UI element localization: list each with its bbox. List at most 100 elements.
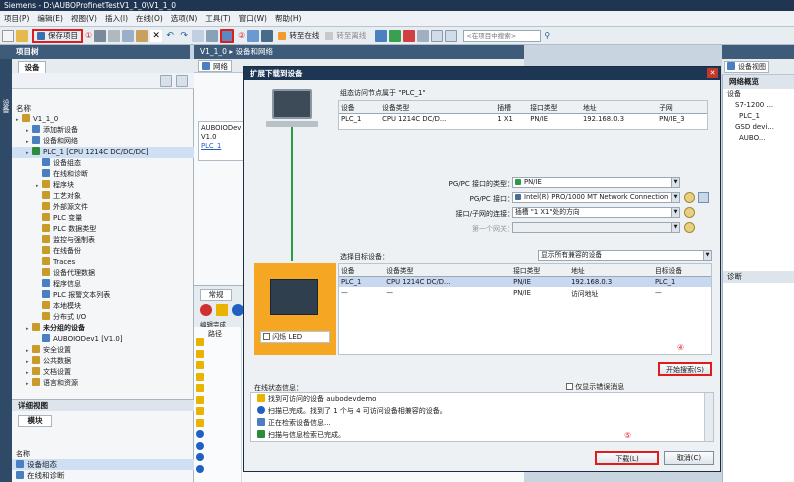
show-errors-checkbox[interactable]: 仅显示错误消息	[566, 382, 624, 392]
devices-sidetab[interactable]: 设备	[0, 59, 12, 482]
gateway-properties-icon[interactable]	[684, 222, 695, 233]
overview-row[interactable]: GSD devi...	[723, 122, 794, 133]
tree-item[interactable]: ▸ V1_1_0	[12, 114, 194, 125]
tree-item[interactable]: 本地模块	[12, 301, 194, 312]
detail-row[interactable]: 在线和诊断	[12, 470, 194, 481]
compile-icon[interactable]	[206, 29, 219, 42]
tree-item[interactable]: 设备组态	[12, 158, 194, 169]
subnet-connection-select[interactable]: 插槽 "1 X1"处的方向 ▼	[512, 207, 680, 218]
subnet-properties-icon[interactable]	[684, 207, 695, 218]
download-button[interactable]: 下载(L)	[595, 451, 659, 465]
gateway-select[interactable]: ▼	[512, 222, 680, 233]
tab-modules[interactable]: 模块	[18, 415, 52, 427]
warning-filter-icon[interactable]	[216, 304, 228, 316]
download-to-device-button[interactable]	[220, 28, 235, 43]
table-row[interactable]: PLC_1 CPU 1214C DC/D... 1 X1 PN/IE 192.168.0…	[339, 114, 707, 125]
simulation-icon[interactable]	[261, 29, 274, 42]
save-project-button[interactable]: 保存项目	[32, 28, 83, 43]
tree-item[interactable]: Traces	[12, 257, 194, 268]
status-scrollbar[interactable]	[704, 393, 713, 441]
menu-item[interactable]: 编辑(E)	[37, 13, 63, 24]
go-offline-button[interactable]: 转至离线	[322, 29, 369, 43]
interface-properties-icon[interactable]	[684, 192, 695, 203]
start-cpu-icon[interactable]	[389, 29, 402, 42]
pg-type-select[interactable]: PN/IE ▼	[512, 177, 680, 188]
undo-icon[interactable]: ↶	[164, 29, 177, 42]
interface-diagnose-icon[interactable]	[698, 192, 709, 203]
menu-item[interactable]: 项目(P)	[4, 13, 29, 24]
detail-view-header[interactable]: 详细视图	[12, 399, 194, 411]
project-search-input[interactable]: <在项目中搜索>	[463, 29, 542, 42]
tree-view-icon[interactable]	[160, 75, 172, 87]
tree-item[interactable]: ▸ 程序块	[12, 180, 194, 191]
menu-item[interactable]: 在线(O)	[136, 13, 163, 24]
pg-interface-select[interactable]: Intel(R) PRO/1000 MT Network Connection …	[512, 192, 680, 203]
tree-item[interactable]: ▸ 未分组的设备	[12, 323, 194, 334]
tree-item[interactable]: 程序信息	[12, 279, 194, 290]
menu-item[interactable]: 窗口(W)	[239, 13, 267, 24]
tree-item[interactable]: PLC 报警文本列表	[12, 290, 194, 301]
tree-item[interactable]: ▸ PLC_1 [CPU 1214C DC/DC/DC]	[12, 147, 194, 158]
tree-item[interactable]: 外部源文件	[12, 202, 194, 213]
tree-item[interactable]: ▸ 设备和网络	[12, 136, 194, 147]
network-overview-tab[interactable]: 网络概览	[723, 75, 794, 89]
cut-icon[interactable]	[108, 29, 121, 42]
tree-item[interactable]: 工艺对象	[12, 191, 194, 202]
print-icon[interactable]	[94, 29, 107, 42]
device-view-tab[interactable]: 设备视图	[724, 61, 769, 73]
error-filter-icon[interactable]	[200, 304, 212, 316]
menu-item[interactable]: 工具(T)	[205, 13, 230, 24]
menu-item[interactable]: 视图(V)	[71, 13, 97, 24]
open-project-icon[interactable]	[16, 29, 28, 42]
tree-item[interactable]: ▸ 公共数据	[12, 356, 194, 367]
tree-filter-icon[interactable]	[176, 75, 188, 87]
overview-row[interactable]: 设备	[723, 89, 794, 100]
split-horizontal-icon[interactable]	[431, 29, 444, 42]
split-vertical-icon[interactable]	[445, 29, 458, 42]
cross-reference-icon[interactable]	[417, 29, 430, 42]
copy-icon[interactable]	[122, 29, 135, 42]
network-view-button[interactable]: 网络	[198, 60, 232, 72]
detail-row[interactable]: 设备组态	[12, 459, 194, 470]
diagnostics-tab[interactable]: 诊断	[723, 271, 794, 283]
menu-item[interactable]: 插入(I)	[105, 13, 128, 24]
accessible-devices-icon[interactable]	[375, 29, 388, 42]
paste-icon[interactable]	[136, 29, 149, 42]
tree-item[interactable]: 在线和诊断	[12, 169, 194, 180]
overview-row[interactable]: AUBO...	[723, 133, 794, 144]
stop-cpu-icon[interactable]	[403, 29, 416, 42]
delete-icon[interactable]: ✕	[150, 29, 163, 42]
tree-item[interactable]: PLC 数据类型	[12, 224, 194, 235]
tree-item[interactable]: ▸ 语言和资源	[12, 378, 194, 389]
search-icon[interactable]: ⚲	[541, 29, 554, 42]
tree-item[interactable]: AUBOIODev1 [V1.0]	[12, 334, 194, 345]
dialog-close-icon[interactable]: ✕	[707, 68, 718, 78]
table-row[interactable]: PLC_1 CPU 1214C DC/D... PN/IE 192.168.0.3 PL…	[339, 276, 711, 287]
tab-devices[interactable]: 设备	[18, 61, 46, 73]
tab-general[interactable]: 常规	[200, 289, 232, 301]
device-box-plc-link[interactable]: PLC_1	[201, 142, 243, 151]
overview-row[interactable]: PLC_1	[723, 111, 794, 122]
flash-led-checkbox[interactable]: 闪烁 LED	[260, 331, 330, 343]
tree-item[interactable]: ▸ 添加新设备	[12, 125, 194, 136]
tree-item[interactable]: ▸ 安全设置	[12, 345, 194, 356]
target-filter-select[interactable]: 显示所有兼容的设备 ▼	[538, 250, 712, 261]
tree-item[interactable]: 分布式 I/O	[12, 312, 194, 323]
tree-item[interactable]: 在线备份	[12, 246, 194, 257]
menu-item[interactable]: 帮助(H)	[275, 13, 302, 24]
new-project-icon[interactable]	[2, 29, 14, 42]
tree-item[interactable]: 监控与强制表	[12, 235, 194, 246]
tree-item[interactable]: 设备代理数据	[12, 268, 194, 279]
cancel-button[interactable]: 取消(C)	[664, 451, 714, 465]
tree-item[interactable]: ▸ 文档设置	[12, 367, 194, 378]
menu-item[interactable]: 选项(N)	[171, 13, 197, 24]
start-search-button[interactable]: 开始搜索(S)	[658, 362, 712, 376]
split-editor-icon[interactable]	[192, 29, 205, 42]
table-row[interactable]: — — PN/IE 访问地址 —	[339, 287, 711, 299]
overview-row[interactable]: S7-1200 ...	[723, 100, 794, 111]
redo-icon[interactable]: ↷	[178, 29, 191, 42]
tree-item[interactable]: PLC 变量	[12, 213, 194, 224]
go-online-button[interactable]: 转至在线	[275, 29, 322, 43]
upload-icon[interactable]	[247, 29, 260, 42]
insp-col-path: 路径	[208, 330, 222, 338]
